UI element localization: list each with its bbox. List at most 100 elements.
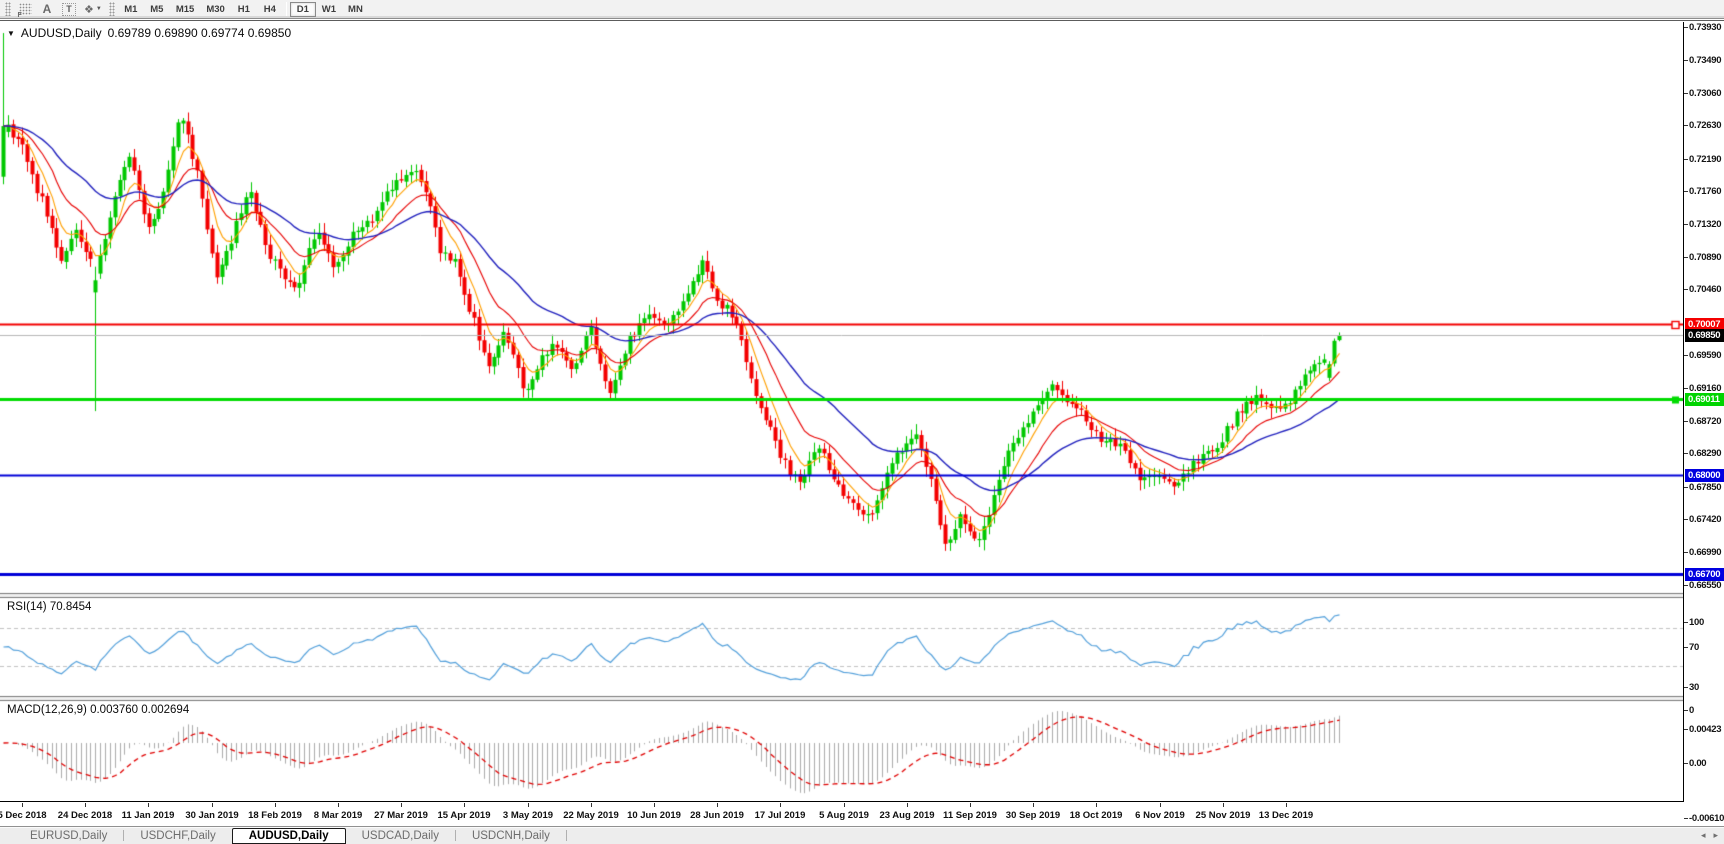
macd-indicator-label: MACD(12,26,9) 0.003760 0.002694 (7, 704, 189, 716)
toolbar-grip[interactable] (5, 2, 11, 16)
date-tick-mark (591, 803, 592, 807)
date-tick-mark (212, 803, 213, 807)
rsi-axis-label: 30 (1689, 682, 1699, 693)
chart-symbol-label: AUDUSD,Daily (21, 26, 102, 40)
date-tick-label: 10 Jun 2019 (627, 810, 681, 821)
date-tick-label: 17 Jul 2019 (755, 810, 806, 821)
date-tick-label: 15 Apr 2019 (438, 810, 491, 821)
timeframe-button-w1[interactable]: W1 (316, 2, 342, 17)
date-tick-mark (528, 803, 529, 807)
date-tick-mark (654, 803, 655, 807)
rsi-axis-label: 0 (1689, 705, 1694, 716)
date-tick-label: 5 Dec 2018 (0, 810, 47, 821)
symbol-tab-audusd[interactable]: AUDUSD,Daily (232, 828, 346, 844)
date-tick-mark (1286, 803, 1287, 807)
date-tick-label: 22 May 2019 (563, 810, 618, 821)
date-tick-mark (464, 803, 465, 807)
date-tick-mark (275, 803, 276, 807)
price-tick-label: 0.66990 (1689, 547, 1721, 558)
price-tick-label: 0.67420 (1689, 514, 1721, 525)
date-tick-label: 23 Aug 2019 (879, 810, 934, 821)
date-tick-mark (907, 803, 908, 807)
price-tick-label: 0.73930 (1689, 22, 1721, 33)
tab-scroll-left-icon[interactable]: ◂ (1701, 830, 1706, 841)
symbol-tab-eurusd[interactable]: EURUSD,Daily (14, 828, 123, 844)
timeframe-button-h4[interactable]: H4 (257, 2, 283, 17)
grid-tool-button[interactable]: F (14, 1, 36, 17)
toolbar-grip[interactable] (109, 2, 115, 16)
symbol-tab-usdcad[interactable]: USDCAD,Daily (346, 828, 455, 844)
toolbar-separator (286, 2, 287, 16)
timeframe-button-d1[interactable]: D1 (290, 2, 316, 17)
date-tick-label: 18 Feb 2019 (248, 810, 302, 821)
rsi-axis-label: 100 (1689, 617, 1704, 628)
chart-window: ▼ AUDUSD,Daily 0.69789 0.69890 0.69774 0… (0, 20, 1724, 826)
date-tick-mark (717, 803, 718, 807)
price-tick-label: 0.67850 (1689, 482, 1721, 493)
timeframe-button-m15[interactable]: M15 (170, 2, 200, 17)
chart-expand-icon[interactable]: ▼ (7, 29, 15, 38)
timeframe-button-mn[interactable]: MN (342, 2, 369, 17)
date-tick-label: 18 Oct 2019 (1070, 810, 1123, 821)
timeframe-button-m1[interactable]: M1 (118, 2, 144, 17)
letter-a-icon: A (43, 2, 52, 16)
price-tick-label: 0.68290 (1689, 448, 1721, 459)
timeframe-button-h1[interactable]: H1 (231, 2, 257, 17)
date-tick-mark (970, 803, 971, 807)
symbol-tab-usdcnh[interactable]: USDCNH,Daily (456, 828, 566, 844)
price-tick-label: 0.72190 (1689, 154, 1721, 165)
tab-scroll-arrows: ◂ ▸ (1701, 830, 1718, 841)
timeframe-button-m5[interactable]: M5 (144, 2, 170, 17)
symbol-tab-bar: EURUSD,DailyUSDCHF,DailyAUDUSD,DailyUSDC… (0, 826, 1724, 844)
price-level-badge: 0.69850 (1685, 329, 1724, 342)
price-tick-label: 0.72630 (1689, 120, 1721, 131)
date-tick-mark (1223, 803, 1224, 807)
price-tick-label: 0.73490 (1689, 55, 1721, 66)
date-tick-mark (85, 803, 86, 807)
top-toolbar: F A T ❖ ▼ M1M5M15M30H1H4 D1W1MN (0, 0, 1724, 19)
arrange-tool-button[interactable]: ❖ ▼ (80, 1, 106, 17)
price-level-badge: 0.68000 (1685, 469, 1724, 482)
price-axis: 0.739300.734900.730600.726300.721900.717… (1684, 22, 1724, 802)
date-tick-label: 8 Mar 2019 (314, 810, 363, 821)
date-tick-label: 24 Dec 2018 (58, 810, 112, 821)
price-level-badge: 0.69011 (1685, 393, 1724, 406)
timeframe-button-m30[interactable]: M30 (200, 2, 230, 17)
chevron-down-icon: ▼ (96, 6, 102, 12)
tab-scroll-right-icon[interactable]: ▸ (1713, 830, 1718, 841)
date-tick-mark (148, 803, 149, 807)
text-label-tool-button[interactable]: T (58, 1, 80, 17)
text-box-icon: T (62, 3, 76, 16)
price-tick-label: 0.69590 (1689, 350, 1721, 361)
date-tick-mark (1033, 803, 1034, 807)
tab-separator (566, 830, 567, 841)
price-tick-label: 0.66550 (1689, 580, 1721, 591)
date-tick-label: 28 Jun 2019 (690, 810, 744, 821)
date-tick-mark (1096, 803, 1097, 807)
price-tick-label: 0.71320 (1689, 219, 1721, 230)
arrow-text-tool-button[interactable]: A (36, 1, 58, 17)
rsi-indicator-label: RSI(14) 70.8454 (7, 601, 91, 613)
price-level-badge: 0.66700 (1685, 568, 1724, 581)
date-tick-mark (1160, 803, 1161, 807)
date-tick-label: 5 Aug 2019 (819, 810, 869, 821)
date-tick-mark (22, 803, 23, 807)
macd-axis-label: -0.00610 (1689, 813, 1724, 824)
chart-canvas[interactable] (0, 22, 1683, 801)
chart-title: ▼ AUDUSD,Daily 0.69789 0.69890 0.69774 0… (7, 26, 291, 40)
chart-plot-area[interactable]: ▼ AUDUSD,Daily 0.69789 0.69890 0.69774 0… (0, 22, 1684, 802)
date-tick-label: 27 Mar 2019 (374, 810, 428, 821)
chart-ohlc-values: 0.69789 0.69890 0.69774 0.69850 (108, 26, 292, 40)
date-tick-label: 25 Nov 2019 (1196, 810, 1251, 821)
date-tick-label: 11 Jan 2019 (122, 810, 175, 821)
tab-list: EURUSD,DailyUSDCHF,DailyAUDUSD,DailyUSDC… (14, 828, 567, 844)
date-tick-label: 30 Jan 2019 (185, 810, 238, 821)
mt4-window: F A T ❖ ▼ M1M5M15M30H1H4 D1W1MN ▼ AUDUSD,… (0, 0, 1724, 844)
price-tick-label: 0.68720 (1689, 416, 1721, 427)
price-tick-label: 0.73060 (1689, 88, 1721, 99)
date-tick-label: 11 Sep 2019 (943, 810, 997, 821)
timeframe-button-group: M1M5M15M30H1H4 D1W1MN (118, 2, 369, 17)
date-tick-label: 30 Sep 2019 (1006, 810, 1060, 821)
date-tick-mark (338, 803, 339, 807)
symbol-tab-usdchf[interactable]: USDCHF,Daily (124, 828, 231, 844)
